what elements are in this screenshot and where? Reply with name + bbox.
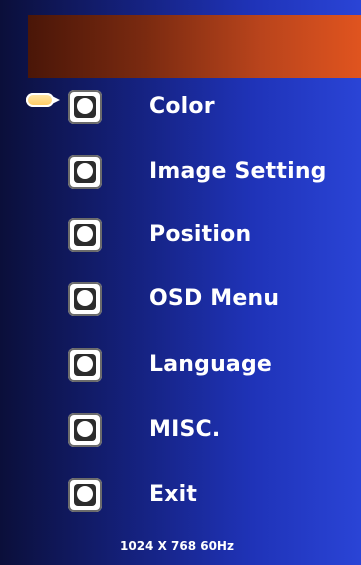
exit-icon (68, 478, 102, 512)
menu-item-label: Exit (149, 482, 198, 507)
menu-item-label: Color (149, 94, 215, 119)
menu-item-color[interactable]: Color (0, 80, 361, 136)
menu-item-label: OSD Menu (149, 286, 280, 311)
menu-item-position[interactable]: Position (0, 208, 361, 264)
menu-item-osd-menu[interactable]: OSD Menu (0, 272, 361, 328)
position-icon-mark (77, 226, 93, 242)
menu-item-label: Image Setting (149, 159, 327, 184)
menu-item-label: Language (149, 352, 273, 377)
color-icon (68, 90, 102, 124)
resolution-status: 1024 X 768 60Hz (120, 539, 234, 553)
language-icon (68, 348, 102, 382)
menu-item-exit[interactable]: Exit (0, 468, 361, 524)
menu-item-label: Position (149, 222, 252, 247)
image-setting-icon (68, 155, 102, 189)
menu-item-image-setting[interactable]: Image Setting (0, 145, 361, 201)
menu-item-misc[interactable]: MISC. (0, 403, 361, 459)
osd-menu-icon-mark (77, 290, 93, 306)
menu-item-label: MISC. (149, 417, 221, 442)
header-bar (28, 15, 361, 78)
osd-menu-icon (68, 282, 102, 316)
color-icon-mark (77, 98, 93, 114)
language-icon-mark (77, 356, 93, 372)
image-setting-icon-mark (77, 163, 93, 179)
misc-icon-mark (77, 421, 93, 437)
exit-icon-mark (77, 486, 93, 502)
misc-icon (68, 413, 102, 447)
position-icon (68, 218, 102, 252)
osd-menu: Color Image Setting Position OSD Menu La… (0, 0, 361, 565)
menu-item-language[interactable]: Language (0, 338, 361, 394)
